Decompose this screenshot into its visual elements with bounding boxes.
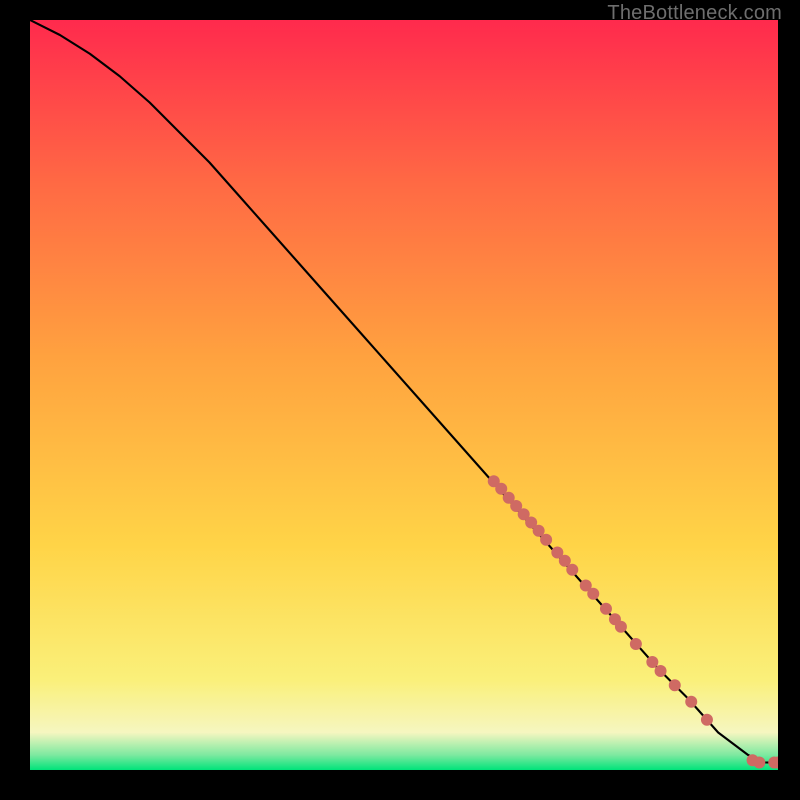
highlight-point [630,638,642,650]
highlight-point [540,534,552,546]
highlight-point [753,757,765,769]
highlight-point [587,588,599,600]
chart-stage: TheBottleneck.com [0,0,800,800]
highlight-point [600,603,612,615]
bottleneck-chart [30,20,778,770]
highlight-point [646,656,658,668]
chart-background [30,20,778,770]
highlight-point [566,564,578,576]
highlight-point [685,696,697,708]
highlight-point [615,621,627,633]
highlight-point [655,665,667,677]
highlight-point [669,679,681,691]
highlight-point [701,714,713,726]
